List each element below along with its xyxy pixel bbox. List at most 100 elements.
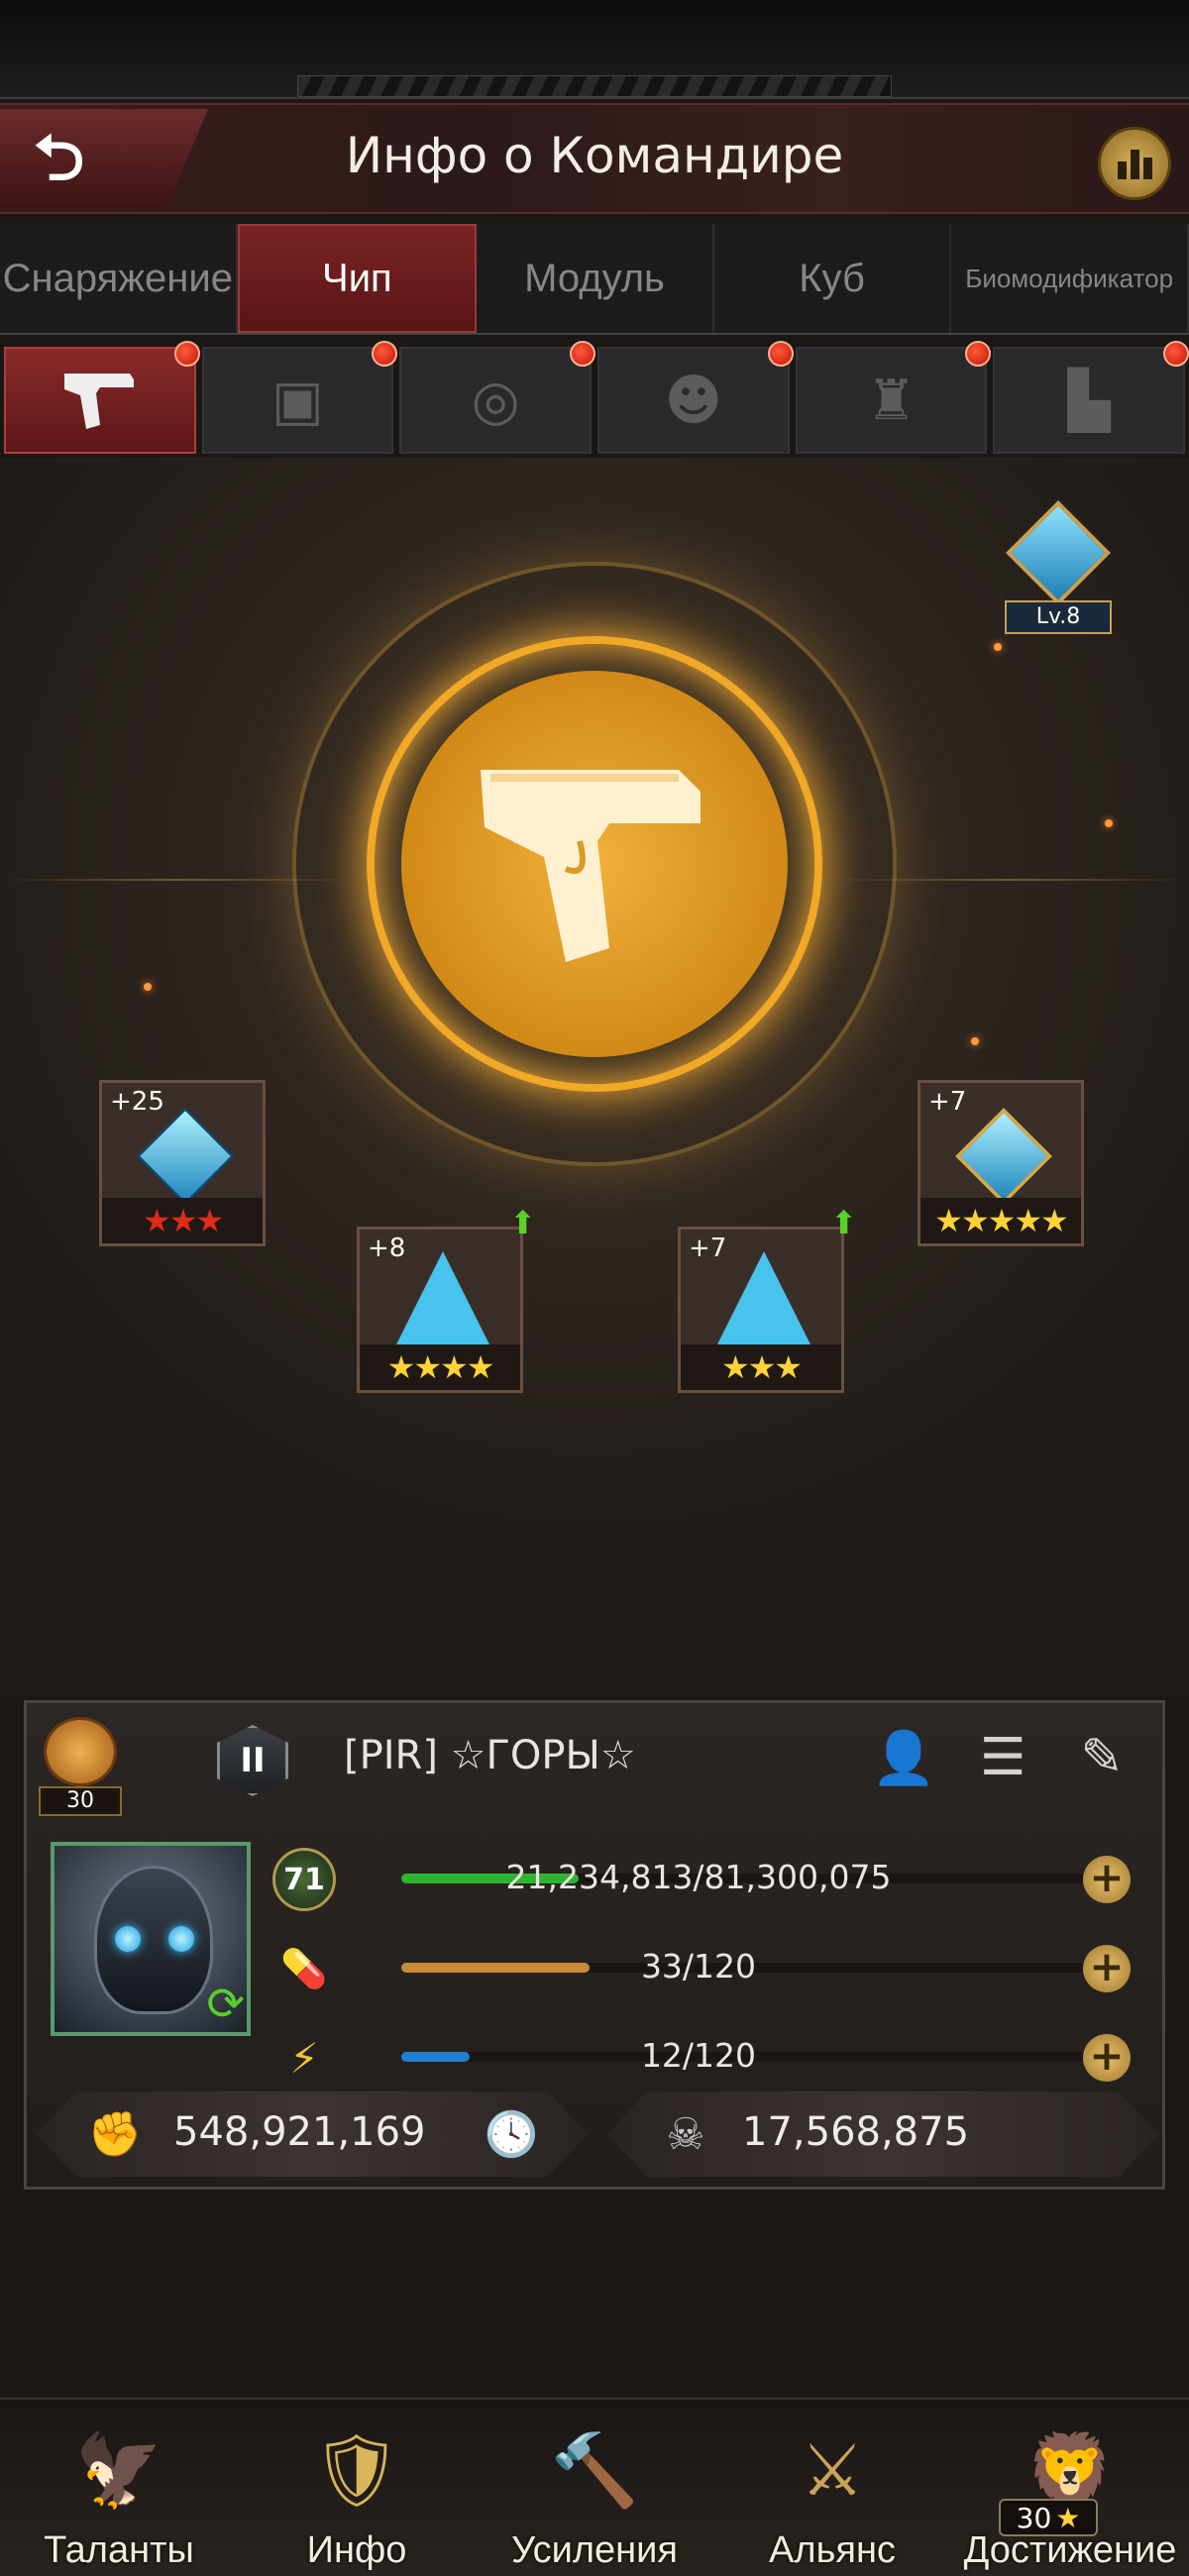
tab-equipment[interactable]: Снаряжение: [0, 224, 238, 333]
nav-achievement[interactable]: 🦁 30 ★ Достижение: [951, 2400, 1189, 2576]
upgrade-arrow-icon: ⬆: [830, 1204, 857, 1241]
power-history-icon[interactable]: 🕓: [483, 2105, 540, 2163]
slot-armor[interactable]: ▣: [201, 341, 398, 454]
document-icon[interactable]: ☰: [970, 1725, 1035, 1790]
notification-dot: [372, 341, 398, 367]
slot-ring[interactable]: ◎: [399, 341, 596, 454]
hammer-icon: 🔨: [550, 2427, 639, 2512]
module-slot-3[interactable]: +7 ★★★ ⬆: [678, 1204, 857, 1393]
stamina-value: 33/120: [640, 1947, 757, 1986]
page-title: Инфо о Командире: [345, 127, 844, 184]
chip-level-badge[interactable]: Lv.8: [991, 500, 1126, 644]
module-bonus: +7: [928, 1087, 967, 1117]
energy-bolt-icon: ⚡: [289, 2033, 319, 2083]
power-box[interactable]: ✊ 548,921,169 🕓: [37, 2092, 588, 2177]
tab-module[interactable]: Модуль: [477, 224, 714, 333]
bottom-nav: 🦅 Таланты 🛡 Инфо 🔨 Усиления ⚔ Альянс 🦁 3…: [0, 2398, 1189, 2576]
eye: [115, 1926, 141, 1952]
commander-portrait: [94, 1866, 213, 2014]
notification-dot: [1163, 341, 1189, 367]
stamina-capsule-icon: 💊: [280, 1946, 328, 1990]
gas-mask-icon: ☻: [664, 368, 723, 433]
armor-plate-icon: ▣: [271, 368, 324, 433]
skull-icon: ☠: [666, 2108, 705, 2160]
notification-dot: [767, 341, 794, 367]
boot-icon: ▙: [1067, 368, 1111, 433]
module-stars: ★★★: [102, 1198, 263, 1243]
nav-alliance[interactable]: ⚔ Альянс: [713, 2400, 951, 2576]
star-icon: ★: [1055, 2501, 1081, 2534]
kills-box[interactable]: ☠ 17,568,875: [607, 2092, 1158, 2177]
achievement-badge: 30 ★: [999, 2499, 1098, 2536]
tab-cube[interactable]: Куб: [714, 224, 952, 333]
nav-label: Таланты: [44, 2529, 194, 2571]
eye: [168, 1926, 194, 1952]
add-energy-button[interactable]: +: [1083, 2034, 1131, 2082]
energy-row: ⚡ 12/120 +: [272, 2026, 1144, 2090]
module-slot-4[interactable]: +7 ★★★★★: [918, 1080, 1084, 1246]
spark: [994, 643, 1002, 651]
power-fist-icon: ✊: [87, 2109, 143, 2160]
add-stamina-button[interactable]: +: [1083, 1945, 1131, 1992]
nav-label: Альянс: [769, 2529, 896, 2571]
rifle-triangle-gem-icon: [395, 1251, 490, 1346]
chip-core[interactable]: [401, 671, 788, 1057]
pistol-icon: [481, 770, 701, 962]
motorcycle-triangle-gem-icon: [716, 1251, 811, 1346]
nav-label: Инфо: [306, 2529, 407, 2571]
jacket-icon: ♜: [866, 368, 917, 433]
slot-boots[interactable]: ▙: [993, 341, 1189, 454]
pistol-icon: [63, 374, 134, 429]
nav-talents[interactable]: 🦅 Таланты: [0, 2400, 238, 2576]
stats-button[interactable]: [1098, 127, 1171, 200]
exp-value: 21,234,813/81,300,075: [505, 1858, 892, 1896]
spark: [1105, 819, 1113, 827]
module-slot-1[interactable]: +25 ★★★: [99, 1080, 266, 1246]
nav-label: Усиления: [511, 2529, 678, 2571]
power-value: 548,921,169: [173, 2109, 426, 2155]
spark: [971, 1037, 979, 1045]
module-stars: ★★★: [681, 1344, 841, 1390]
troops-diamond-gem-icon: [955, 1108, 1052, 1205]
avatar[interactable]: ⟳: [51, 1842, 251, 2036]
rank-badge[interactable]: 30: [39, 1717, 122, 1816]
upgrade-arrow-icon: ⬆: [509, 1204, 536, 1241]
category-tabs: Снаряжение Чип Модуль Куб Биомодификатор: [0, 224, 1189, 335]
spark: [144, 983, 152, 991]
notification-dot: [965, 341, 992, 367]
thumbs-up-medal-icon: [44, 1717, 117, 1786]
exp-row: 71 21,234,813/81,300,075 +: [272, 1848, 1144, 1911]
header-bar: ⮌ Инфо о Командире: [0, 103, 1189, 214]
tab-chip[interactable]: Чип: [237, 224, 478, 333]
top-frame: [0, 0, 1189, 99]
commander-shield-icon: 🛡: [311, 2427, 402, 2512]
tab-biomodifier[interactable]: Биомодификатор: [951, 224, 1189, 333]
chip-level: Lv.8: [1005, 600, 1112, 634]
add-exp-button[interactable]: +: [1083, 1856, 1131, 1903]
alliance-rank-badge[interactable]: II: [217, 1725, 288, 1796]
module-slot-2[interactable]: +8 ★★★★ ⬆: [357, 1204, 536, 1393]
crossed-swords-icon: ⚔: [800, 2428, 865, 2512]
module-stars: ★★★★: [360, 1344, 520, 1390]
ring-icon: ◎: [471, 368, 520, 433]
achievement-count: 30: [1016, 2501, 1052, 2534]
user-block-icon[interactable]: 👤: [871, 1725, 936, 1790]
nav-boosts[interactable]: 🔨 Усиления: [476, 2400, 713, 2576]
notification-dot: [570, 341, 596, 367]
commander-level-badge: 71: [272, 1848, 336, 1911]
slot-jacket[interactable]: ♜: [795, 341, 992, 454]
commander-panel: 30 II [PIR] ☆ГОРЫ☆ 👤 ☰ ✎ ⟳ 71 21,234,813…: [24, 1700, 1165, 2190]
swap-avatar-icon[interactable]: ⟳: [206, 1977, 245, 2030]
eagle-wings-icon: 🦅: [74, 2427, 163, 2512]
edit-icon[interactable]: ✎: [1069, 1725, 1135, 1790]
player-name: [PIR] ☆ГОРЫ☆: [344, 1733, 636, 1778]
rank-count: 30: [39, 1786, 122, 1816]
stamina-row: 💊 33/120 +: [272, 1937, 1144, 2000]
equipment-slots: ▣ ◎ ☻ ♜ ▙: [0, 341, 1189, 454]
level-gem-icon: [1006, 500, 1111, 605]
nav-info[interactable]: 🛡 Инфо: [238, 2400, 476, 2576]
module-bonus: +25: [110, 1087, 164, 1117]
slot-weapon[interactable]: [4, 341, 200, 454]
slot-mask[interactable]: ☻: [597, 341, 794, 454]
module-stars: ★★★★★: [920, 1198, 1081, 1243]
